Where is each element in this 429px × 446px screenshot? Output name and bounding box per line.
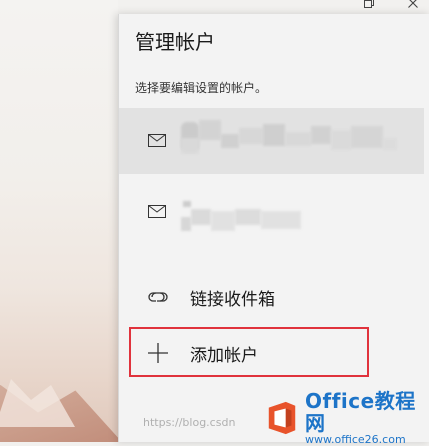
office-logo-icon (268, 401, 296, 434)
watermark-text: https://blog.csdn (143, 416, 236, 429)
account-item[interactable] (119, 108, 424, 174)
link-inboxes-label: 链接收件箱 (190, 289, 275, 310)
link-inboxes-button[interactable]: 链接收件箱 (119, 271, 424, 323)
background-sky (0, 0, 118, 442)
restore-icon[interactable] (364, 0, 374, 8)
panel-subtitle: 选择要编辑设置的帐户。 (135, 81, 268, 95)
account-item[interactable] (119, 179, 424, 245)
mail-icon (148, 134, 166, 147)
office-brand-url: www.office26.com (305, 432, 406, 446)
add-account-label: 添加帐户 (190, 345, 258, 366)
add-account-button[interactable]: 添加帐户 (119, 327, 424, 379)
office-brand-name: Office教程网 (305, 388, 416, 435)
desktop-background (0, 0, 118, 442)
link-icon (148, 292, 168, 302)
close-icon[interactable] (408, 0, 418, 8)
office-logo: Office教程网 www.office26.com (265, 388, 429, 445)
mail-icon (148, 205, 166, 218)
manage-accounts-panel: 管理帐户 选择要编辑设置的帐户。 链接收件箱 添加帐户 (118, 14, 429, 442)
plus-icon (148, 343, 168, 363)
panel-title: 管理帐户 (135, 30, 215, 54)
